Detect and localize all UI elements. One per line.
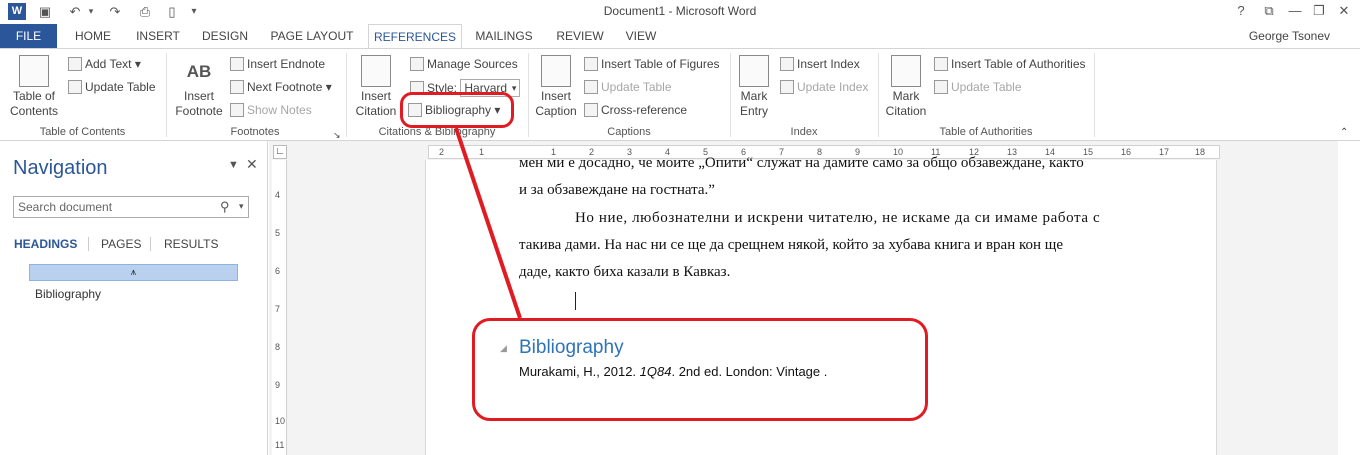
word-window: W ▣ ↶ ▾ ↷ ⎙ ▯ ▾ Document1 - Microsoft Wo… (0, 0, 1360, 455)
annotation-arrow (454, 127, 522, 319)
annotation-line (454, 127, 522, 319)
